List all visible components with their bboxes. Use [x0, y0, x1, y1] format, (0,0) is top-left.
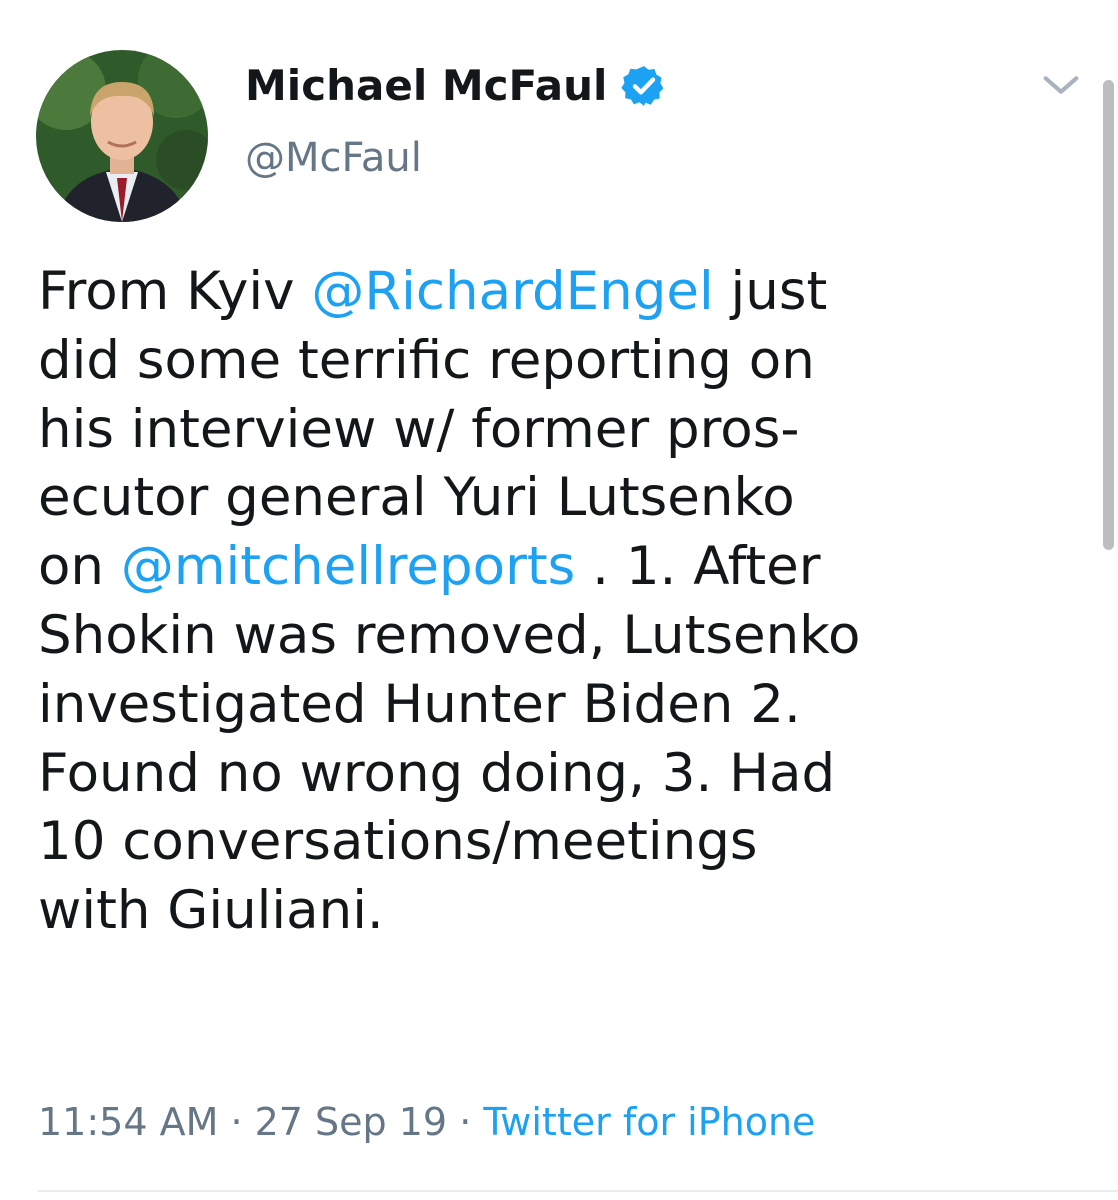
- tweet-text-segment: did some terrific reporting on: [38, 329, 815, 391]
- avatar[interactable]: [36, 50, 208, 222]
- tweet-text-line: investigated Hunter Biden 2.: [38, 671, 1094, 740]
- tweet-text-line: From Kyiv @RichardEngel just: [38, 258, 1094, 327]
- author-handle[interactable]: @McFaul: [245, 133, 422, 183]
- tweet-text-line: Shokin was removed, Lutsenko: [38, 602, 1094, 671]
- tweet-text-segment: From Kyiv: [38, 261, 312, 322]
- tweet-text-segment: on: [38, 536, 121, 598]
- meta-separator: ·: [218, 1100, 255, 1144]
- tweet-text-line: Found no wrong doing, 3. Had: [38, 740, 1094, 809]
- tweet-text-segment: with Giuliani.: [38, 880, 384, 942]
- tweet-text-line: on @mitchellreports . 1. After: [38, 533, 1094, 602]
- author-name[interactable]: Michael McFaul: [245, 60, 607, 112]
- tweet-text-segment: Shokin was removed, Lutsenko: [38, 604, 861, 666]
- mention-link[interactable]: @mitchellreports: [121, 536, 575, 597]
- meta-separator: ·: [447, 1100, 484, 1144]
- tweet-time: 11:54 AM: [38, 1100, 219, 1144]
- verified-badge-icon: [621, 66, 664, 106]
- tweet-text: From Kyiv @RichardEngel just did some ter…: [38, 258, 1094, 946]
- tweet-source-link[interactable]: Twitter for iPhone: [483, 1100, 815, 1144]
- divider: [38, 1190, 1118, 1192]
- tweet-text-segment: investigated Hunter Biden 2.: [38, 673, 801, 735]
- tweet-date[interactable]: 27 Sep 19: [255, 1100, 448, 1144]
- tweet-text-segment: 10 conversations/meetings: [38, 811, 758, 873]
- tweet-text-line: ecutor general Yuri Lutsenko: [38, 464, 1094, 533]
- author-name-row[interactable]: Michael McFaul: [245, 60, 667, 112]
- avatar-photo: [36, 50, 208, 222]
- tweet-text-line: his interview w/ former pros-: [38, 396, 1094, 465]
- tweet-text-segment: his interview w/ former pros-: [38, 398, 800, 460]
- mention-link[interactable]: @RichardEngel: [311, 261, 713, 322]
- tweet-text-line: did some terrific reporting on: [38, 327, 1094, 396]
- tweet-text-line: with Giuliani.: [38, 877, 1094, 946]
- chevron-down-icon[interactable]: [1038, 62, 1084, 108]
- tweet-meta: 11:54 AM · 27 Sep 19 · Twitter for iPhon…: [38, 1097, 815, 1147]
- tweet-text-segment: . 1. After: [575, 536, 821, 598]
- tweet-text-segment: Found no wrong doing, 3. Had: [38, 742, 836, 804]
- tweet-text-segment: just: [713, 261, 828, 322]
- tweet-text-line: 10 conversations/meetings: [38, 808, 1094, 877]
- tweet-text-segment: ecutor general Yuri Lutsenko: [38, 467, 795, 529]
- scrollbar[interactable]: [1103, 80, 1114, 550]
